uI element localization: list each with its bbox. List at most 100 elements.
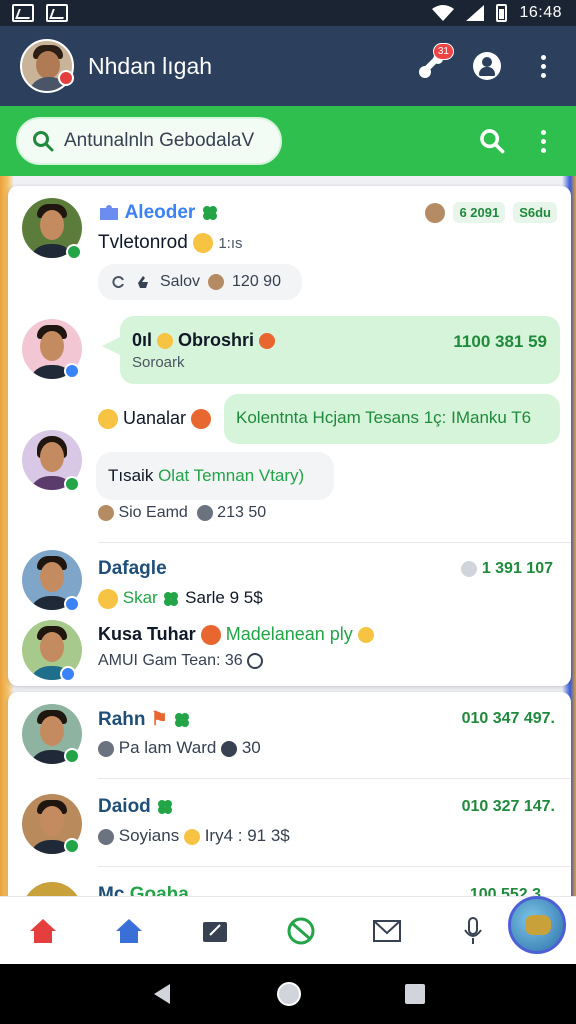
verified-icon xyxy=(64,596,80,612)
smile-emoji-icon xyxy=(193,232,214,253)
divider xyxy=(98,866,571,867)
face-emoji-icon xyxy=(157,333,174,350)
nav-folder[interactable] xyxy=(195,911,235,951)
smile-emoji-icon xyxy=(98,588,118,609)
nav-mail[interactable] xyxy=(367,911,407,951)
chat-time: 010 327 147. xyxy=(461,798,555,815)
preview-green: Madelanean ply xyxy=(225,624,353,644)
back-icon[interactable] xyxy=(150,982,174,1006)
verified-icon xyxy=(60,666,76,682)
chat-card: Aleoder 6 2091 S6du Tvletonrod 1:ıs Salo… xyxy=(8,186,571,686)
clover-icon xyxy=(202,205,217,220)
contact-name: Daiod xyxy=(98,796,151,817)
home-icon xyxy=(30,918,56,943)
message-preview: Tvletonrod xyxy=(98,232,188,253)
search-input[interactable]: Antunalnln GebodalaV xyxy=(16,117,282,165)
contact-name: Kusa Tuhar xyxy=(98,624,196,644)
nav-home-red[interactable] xyxy=(23,911,63,951)
label-chip: S6du xyxy=(513,202,557,223)
status-bar: 16:48 xyxy=(0,0,576,26)
user-mini-avatar xyxy=(98,504,114,521)
reaction-pill[interactable]: Salov 120 90 xyxy=(98,264,302,300)
chat-list: Aleoder 6 2091 S6du Tvletonrod 1:ıs Salo… xyxy=(0,176,576,942)
search-placeholder: Antunalnln GebodalaV xyxy=(64,130,255,151)
floating-action-button[interactable] xyxy=(508,896,566,954)
nav-home-blue[interactable] xyxy=(109,911,149,951)
account-icon xyxy=(473,52,501,80)
smile-emoji-icon xyxy=(98,409,118,430)
message-title: Obroshri xyxy=(178,330,255,350)
contact-name: Rahn xyxy=(98,709,146,730)
sun-emoji-icon xyxy=(259,333,276,350)
meta-name: Sio Eamd xyxy=(118,504,188,521)
search-icon[interactable] xyxy=(479,128,505,154)
message-bubble[interactable]: Kolentnta Hcjam Tesans 1ç: IManku T6 xyxy=(224,394,560,444)
user-mini-avatar xyxy=(208,274,225,290)
battery-icon xyxy=(496,4,508,22)
screen-cast-icon xyxy=(12,4,34,22)
bubble-tail-icon xyxy=(102,336,122,356)
signal-icon xyxy=(466,5,485,21)
hand-icon xyxy=(138,276,148,288)
divider xyxy=(98,542,571,543)
profile-button[interactable] xyxy=(470,49,504,83)
preview-dark: Sarle 9 5$ xyxy=(185,588,263,607)
sender-label: Uanalar xyxy=(123,408,187,428)
online-status-icon xyxy=(64,748,80,764)
face-outline-icon xyxy=(247,652,264,669)
notification-badge: 31 xyxy=(432,43,454,60)
message-time: 1100 381 59 xyxy=(453,332,547,351)
clock: 16:48 xyxy=(519,4,562,21)
refresh-icon xyxy=(112,276,124,288)
divider xyxy=(98,778,571,779)
emoji-icon xyxy=(221,740,238,757)
contact-name: Aleoder xyxy=(124,202,196,223)
page-title: Nhdan lıgah xyxy=(88,52,213,79)
wink-emoji-icon xyxy=(357,627,374,644)
online-status-icon xyxy=(64,476,80,492)
search-more-button[interactable] xyxy=(541,129,546,153)
contact-name: Dafagle xyxy=(98,558,167,579)
nav-blocked[interactable] xyxy=(281,911,321,951)
preview-suffix: 30 xyxy=(241,738,261,757)
search-band: Antunalnln GebodalaV xyxy=(0,106,576,176)
home-icon xyxy=(116,918,142,943)
meta-time: 213 50 xyxy=(217,504,267,521)
mail-icon xyxy=(373,919,401,942)
user-mini-avatar xyxy=(425,202,446,223)
preview-suffix: Iry4 : 91 3$ xyxy=(204,826,290,845)
smile-emoji-icon xyxy=(183,828,200,845)
clock-icon xyxy=(461,560,478,577)
reply-bubble[interactable]: Tısaik Olat Temnan Vtary) xyxy=(96,452,334,500)
user-mini-avatar xyxy=(196,504,213,521)
folder-icon xyxy=(203,921,227,942)
reaction-count: 120 90 xyxy=(232,273,281,290)
clover-icon xyxy=(175,712,190,727)
recents-icon[interactable] xyxy=(404,983,426,1005)
system-nav-bar xyxy=(0,964,576,1024)
notifications-button[interactable]: 31 xyxy=(414,43,454,83)
chat-time: 010 347 497. xyxy=(461,710,555,727)
online-status-icon xyxy=(66,244,82,260)
message-prefix: 0ıl xyxy=(132,330,153,350)
wifi-icon xyxy=(432,5,455,21)
image-icon xyxy=(46,4,68,22)
nav-mic[interactable] xyxy=(453,911,493,951)
user-mini-avatar xyxy=(98,828,114,845)
message-preview: Soyians xyxy=(118,826,180,845)
online-status-icon xyxy=(64,838,80,854)
no-symbol-icon xyxy=(287,917,315,944)
avatar-status-badge xyxy=(58,70,74,86)
meta-text: AMUI Gam Tean: 36 xyxy=(98,652,243,669)
count-chip: 6 2091 xyxy=(453,202,506,223)
clover-icon xyxy=(158,799,173,814)
message-suffix: 1:ıs xyxy=(218,235,243,252)
search-icon xyxy=(33,131,54,152)
verified-icon xyxy=(64,363,80,379)
message-text: Kolentnta Hcjam Tesans 1ç: IManku T6 xyxy=(236,408,532,427)
reaction-label: Salov xyxy=(160,273,201,290)
user-mini-avatar xyxy=(98,740,114,757)
grin-emoji-icon xyxy=(200,625,221,646)
home-circle-icon[interactable] xyxy=(275,980,303,1008)
more-options-button[interactable] xyxy=(526,49,560,83)
